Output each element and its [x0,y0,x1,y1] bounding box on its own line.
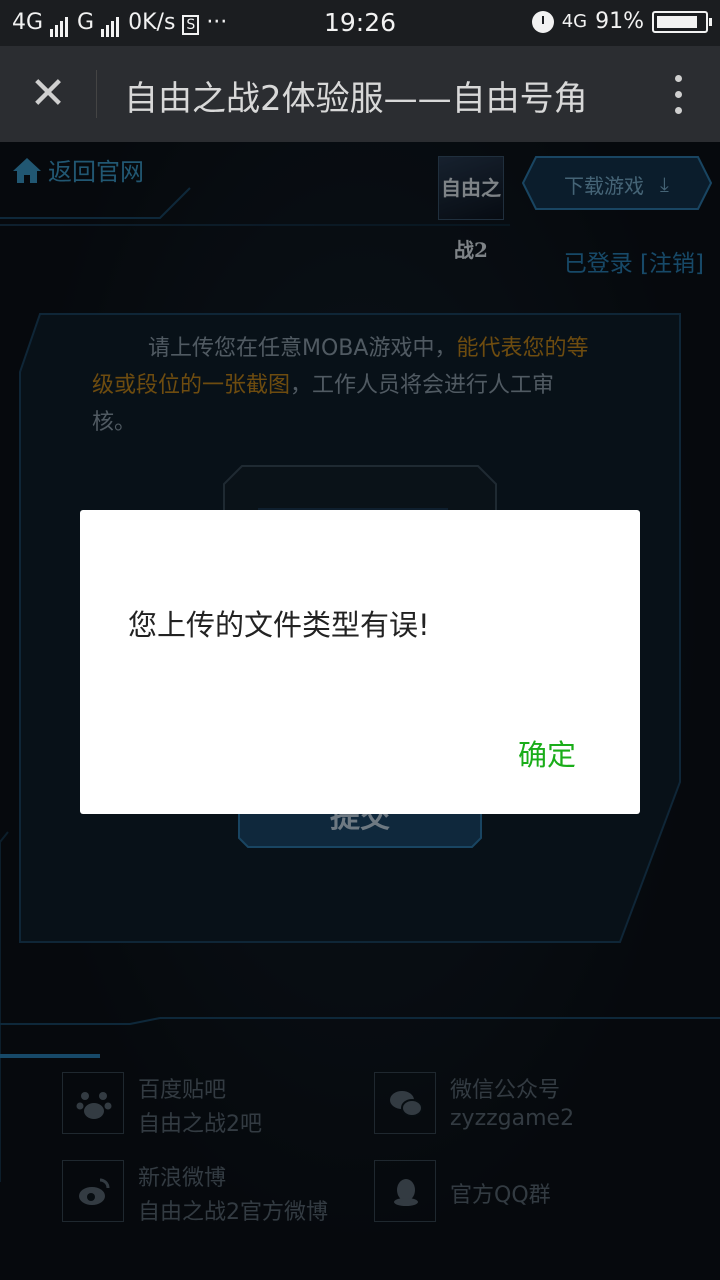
status-bar: 4G G 0K/s S ··· 19:26 4G 91% [0,0,720,46]
title-bar: ✕ 自由之战2体验服——自由号角 [0,46,720,142]
status-right: 4G 91% [531,9,712,34]
dialog-message: 您上传的文件类型有误! [128,608,430,642]
network-type-3: 4G [561,11,588,32]
divider [96,70,97,118]
battery-icon [652,10,712,33]
alarm-icon [531,10,554,33]
confirm-button[interactable]: 确定 [518,732,576,774]
close-icon[interactable]: ✕ [20,66,76,122]
page-title: 自由之战2体验服——自由号角 [124,79,588,119]
battery-percent: 91% [595,9,644,34]
more-vertical-icon[interactable] [666,70,690,118]
error-dialog: 您上传的文件类型有误! 确定 [80,510,640,814]
